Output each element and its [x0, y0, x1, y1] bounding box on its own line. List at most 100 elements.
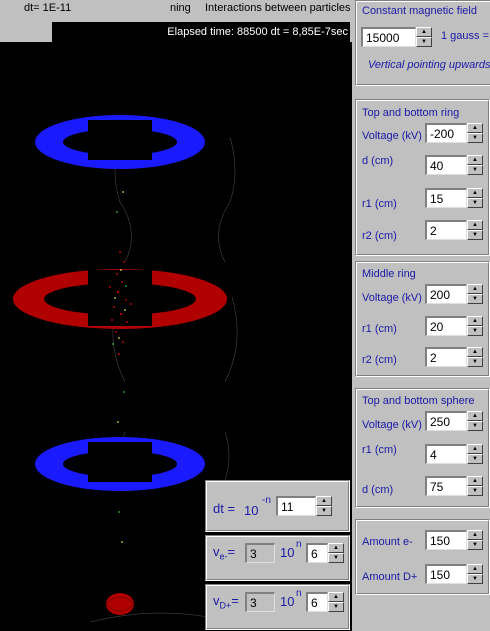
spin-down-icon[interactable]: ▼	[467, 198, 483, 208]
mr-r2-input[interactable]: 2	[425, 347, 467, 367]
ve-exp: n	[296, 539, 302, 550]
sphere-voltage-spin[interactable]: 250 ▲ ▼	[425, 411, 483, 431]
ve-spin[interactable]: 6 ▲ ▼	[306, 543, 344, 563]
spin-down-icon[interactable]: ▼	[467, 133, 483, 143]
tbr-r1-label: r1 (cm)	[362, 198, 397, 210]
magnetic-spin[interactable]: 15000 ▲ ▼	[361, 27, 432, 47]
ve-panel-label: ve-=	[213, 544, 235, 562]
mr-r2-spin[interactable]: 2 ▲ ▼	[425, 347, 483, 367]
spin-up-icon[interactable]: ▲	[467, 476, 483, 486]
mr-voltage-spin[interactable]: 200 ▲ ▼	[425, 284, 483, 304]
interactions-label: Interactions between particles	[205, 2, 351, 14]
tbr-r2-input[interactable]: 2	[425, 220, 467, 240]
vd-spin[interactable]: 6 ▲ ▼	[306, 592, 344, 612]
spin-up-icon[interactable]: ▲	[467, 530, 483, 540]
spin-up-icon[interactable]: ▲	[467, 123, 483, 133]
spin-down-icon[interactable]: ▼	[328, 553, 344, 563]
spin-down-icon[interactable]: ▼	[467, 421, 483, 431]
sphere-r1-label: r1 (cm)	[362, 444, 397, 456]
spin-down-icon[interactable]: ▼	[467, 326, 483, 336]
spin-up-icon[interactable]: ▲	[467, 220, 483, 230]
spin-up-icon[interactable]: ▲	[467, 444, 483, 454]
spin-down-icon[interactable]: ▼	[328, 602, 344, 612]
mr-r1-label: r1 (cm)	[362, 323, 397, 335]
spin-down-icon[interactable]: ▼	[467, 165, 483, 175]
vd-base: 10	[280, 594, 295, 609]
tbr-d-label: d (cm)	[362, 155, 394, 167]
sphere-voltage-input[interactable]: 250	[425, 411, 467, 431]
vd-label-sub: D+	[219, 600, 232, 611]
tbr-r1-spin[interactable]: 15 ▲ ▼	[425, 188, 483, 208]
spin-down-icon[interactable]: ▼	[467, 574, 483, 584]
mr-r1-spin[interactable]: 20 ▲ ▼	[425, 316, 483, 336]
dt-panel-exp: -n	[262, 495, 271, 506]
dt-input[interactable]: 11	[276, 496, 316, 516]
bottom-sphere	[105, 593, 135, 615]
ve-mantissa-input[interactable]: 3	[245, 543, 275, 563]
tbr-voltage-input[interactable]: -200	[425, 123, 467, 143]
spin-up-icon[interactable]: ▲	[328, 543, 344, 553]
ve-base: 10	[280, 545, 295, 560]
spin-down-icon[interactable]: ▼	[316, 506, 332, 516]
amount-d-input[interactable]: 150	[425, 564, 467, 584]
spin-down-icon[interactable]: ▼	[467, 230, 483, 240]
sphere-d-spin[interactable]: 75 ▲ ▼	[425, 476, 483, 496]
sphere-d-label: d (cm)	[362, 484, 394, 496]
mr-voltage-label: Voltage (kV)	[362, 292, 422, 304]
sphere-title: Top and bottom sphere	[362, 395, 475, 407]
spin-up-icon[interactable]: ▲	[467, 411, 483, 421]
spin-down-icon[interactable]: ▼	[467, 486, 483, 496]
tbr-r2-label: r2 (cm)	[362, 230, 397, 242]
tbr-voltage-spin[interactable]: -200 ▲ ▼	[425, 123, 483, 143]
sphere-r1-spin[interactable]: 4 ▲ ▼	[425, 444, 483, 464]
ve-exponent-input[interactable]: 6	[306, 543, 328, 563]
spin-up-icon[interactable]: ▲	[467, 188, 483, 198]
middle-ring-title: Middle ring	[362, 268, 416, 280]
tbr-voltage-label: Voltage (kV)	[362, 130, 422, 142]
spin-up-icon[interactable]: ▲	[467, 347, 483, 357]
spin-down-icon[interactable]: ▼	[467, 454, 483, 464]
amount-e-spin[interactable]: 150 ▲ ▼	[425, 530, 483, 550]
spin-down-icon[interactable]: ▼	[467, 540, 483, 550]
spin-up-icon[interactable]: ▲	[467, 316, 483, 326]
magnetic-title: Constant magnetic field	[362, 5, 477, 17]
magnetic-direction: Vertical pointing upwards (f	[368, 59, 490, 71]
spin-down-icon[interactable]: ▼	[416, 37, 432, 47]
amount-d-label: Amount D+	[362, 571, 418, 583]
mr-voltage-input[interactable]: 200	[425, 284, 467, 304]
spin-down-icon[interactable]: ▼	[467, 357, 483, 367]
spin-up-icon[interactable]: ▲	[416, 27, 432, 37]
tbr-d-input[interactable]: 40	[425, 155, 467, 175]
sphere-r1-input[interactable]: 4	[425, 444, 467, 464]
overlay-text: ning	[170, 2, 191, 14]
spin-up-icon[interactable]: ▲	[328, 592, 344, 602]
vd-mantissa[interactable]: 3	[245, 592, 275, 612]
vd-mantissa-input[interactable]: 3	[245, 592, 275, 612]
tbr-r2-spin[interactable]: 2 ▲ ▼	[425, 220, 483, 240]
vd-panel-label: vD+=	[213, 593, 239, 611]
magnetic-unit: 1 gauss =	[441, 30, 490, 42]
dt-panel-label: dt =	[213, 501, 236, 516]
spin-up-icon[interactable]: ▲	[316, 496, 332, 506]
dt-spin[interactable]: 11 ▲ ▼	[276, 496, 332, 516]
tbr-r1-input[interactable]: 15	[425, 188, 467, 208]
vd-exp: n	[296, 588, 302, 599]
amount-e-input[interactable]: 150	[425, 530, 467, 550]
amount-d-spin[interactable]: 150 ▲ ▼	[425, 564, 483, 584]
spin-up-icon[interactable]: ▲	[467, 564, 483, 574]
ve-label-sub: e-	[219, 551, 228, 562]
ve-mantissa[interactable]: 3	[245, 543, 275, 563]
spin-up-icon[interactable]: ▲	[467, 284, 483, 294]
top-bottom-ring-title: Top and bottom ring	[362, 107, 460, 119]
spin-up-icon[interactable]: ▲	[467, 155, 483, 165]
magnetic-input[interactable]: 15000	[361, 27, 416, 47]
sphere-d-input[interactable]: 75	[425, 476, 467, 496]
mr-r1-input[interactable]: 20	[425, 316, 467, 336]
tbr-d-spin[interactable]: 40 ▲ ▼	[425, 155, 483, 175]
elapsed-time: Elapsed time: 88500 dt = 8,85E-7sec	[167, 26, 348, 38]
vd-label-eq: =	[231, 593, 239, 608]
bottom-ring	[35, 437, 205, 491]
spin-down-icon[interactable]: ▼	[467, 294, 483, 304]
mr-r2-label: r2 (cm)	[362, 354, 397, 366]
vd-exponent-input[interactable]: 6	[306, 592, 328, 612]
